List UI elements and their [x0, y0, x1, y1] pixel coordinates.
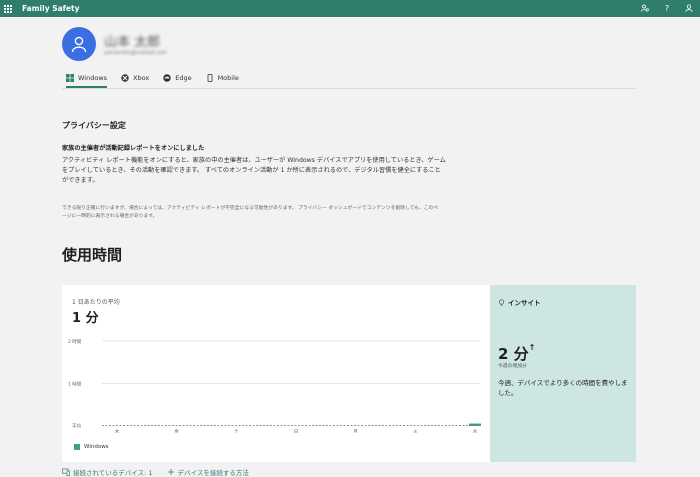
- help-icon[interactable]: ?: [656, 4, 678, 13]
- usage-title: 使用時間: [62, 246, 123, 264]
- x-tick-label: 水: [473, 428, 478, 433]
- plus-icon: [167, 469, 174, 475]
- average-label: 平均: [72, 422, 81, 429]
- devices-icon: [62, 468, 70, 476]
- usage-bar: [290, 425, 302, 426]
- usage-bar: [409, 425, 421, 426]
- usage-chart: 2 時間 1 時間平均木 金 土 日 月 火 水: [68, 339, 481, 433]
- x-tick-label: 木: [115, 428, 120, 433]
- user-silhouette-icon: [71, 36, 87, 53]
- tab-label: Windows: [78, 74, 108, 82]
- device-links: 接続されているデバイス: 1 デバイスを接続する方法: [62, 467, 263, 477]
- usage-bar: [111, 425, 123, 426]
- daily-average-label: 1 日あたりの平均: [72, 299, 120, 306]
- usage-card: 1 日あたりの平均 1 分 2 時間 1 時間 平均木金土日月火水 Windows …: [62, 285, 636, 462]
- increase-arrow-icon: ↑: [528, 343, 536, 352]
- edge-icon: [163, 74, 171, 82]
- app-title: Family Safety: [22, 4, 80, 13]
- app-launcher-icon[interactable]: [4, 4, 12, 13]
- y-tick-label: 1 時間: [68, 382, 82, 388]
- chart-legend: Windows: [74, 444, 109, 450]
- device-tabs: Windows Xbox Edge Mobile: [66, 70, 253, 88]
- user-email: yamamoto@outlook.com: [104, 50, 167, 56]
- x-tick-label: 土: [234, 428, 239, 433]
- how-to-connect-label: デバイスを接続する方法: [177, 469, 249, 477]
- insight-title: インサイト: [508, 299, 541, 307]
- insight-header: インサイト: [498, 297, 541, 307]
- tab-xbox[interactable]: Xbox: [121, 70, 149, 86]
- x-tick-label: 月: [353, 429, 358, 433]
- usage-bar: [350, 425, 362, 426]
- user-name: 山本 太郎: [104, 35, 161, 50]
- x-tick-label: 金: [174, 428, 179, 433]
- insight-value-row: 2 分↑: [498, 343, 535, 364]
- tab-divider: [62, 88, 636, 89]
- family-settings-icon[interactable]: [634, 4, 656, 14]
- privacy-body: アクティビティ レポート機能をオンにすると、家族の中の主催者は、ユーザーが Wi…: [62, 157, 446, 184]
- daily-average-value: 1 分: [72, 311, 99, 326]
- top-bar: Family Safety ?: [0, 0, 700, 17]
- x-tick-label: 火: [413, 429, 418, 433]
- connected-devices-label: 接続されているデバイス: 1: [73, 469, 153, 477]
- usage-bar: [171, 425, 183, 426]
- mobile-icon: [207, 74, 212, 82]
- privacy-subtitle: 家族の主催者が活動記録レポートをオンにしました: [62, 145, 205, 152]
- insight-description: 今週、デバイスでより多くの時間を費やしました。: [498, 379, 628, 397]
- insight-value: 2 分: [498, 345, 529, 363]
- avatar: [62, 27, 96, 61]
- usage-bar: [230, 425, 242, 426]
- tab-windows[interactable]: Windows: [66, 70, 108, 88]
- xbox-icon: [121, 74, 129, 82]
- tab-label: Xbox: [133, 74, 150, 82]
- insight-subtitle: 今週の増加分: [498, 364, 527, 369]
- tab-label: Edge: [175, 74, 192, 82]
- tab-label: Mobile: [217, 74, 239, 82]
- connected-devices-link[interactable]: 接続されているデバイス: 1: [62, 467, 153, 477]
- account-icon[interactable]: [678, 3, 700, 14]
- usage-bar: [469, 423, 481, 426]
- insight-panel: インサイト 2 分↑ 今週の増加分 今週、デバイスでより多くの時間を費やしました…: [490, 285, 636, 462]
- how-to-connect-link[interactable]: デバイスを接続する方法: [167, 467, 249, 477]
- tab-mobile[interactable]: Mobile: [206, 70, 239, 86]
- lightbulb-icon: [498, 298, 505, 306]
- legend-label: Windows: [84, 444, 109, 450]
- y-tick-label: 2 時間: [68, 339, 82, 345]
- windows-icon: [66, 74, 74, 82]
- privacy-note: できる限り正確に行いますが、場合によっては、アクティビティ レポートが不完全にな…: [62, 206, 439, 219]
- legend-swatch: [74, 444, 80, 450]
- tab-edge[interactable]: Edge: [163, 70, 192, 86]
- usage-chart-panel: 1 日あたりの平均 1 分 2 時間 1 時間平均木 金 土 日 月 火 水 Windows: [62, 285, 490, 462]
- privacy-title: プライバシー設定: [62, 121, 126, 130]
- x-tick-label: 日: [294, 429, 299, 433]
